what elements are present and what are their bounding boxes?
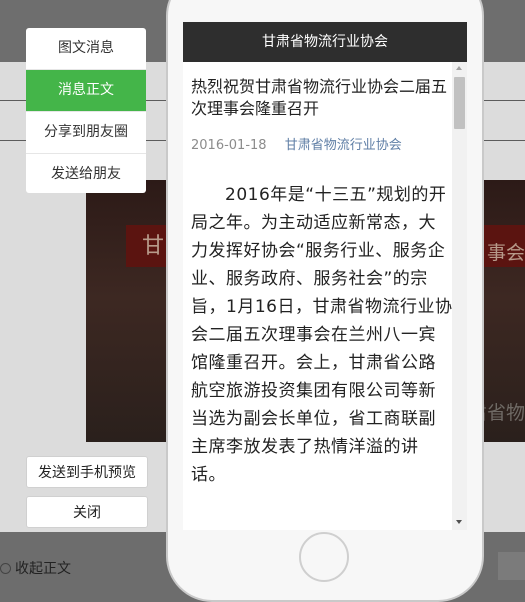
menu-item-news[interactable]: 图文消息 — [26, 28, 146, 70]
article-meta: 2016-01-18 甘肃省物流行业协会 — [191, 134, 453, 153]
article-body: 2016年是“十三五”规划的开局之年。为主动适应新常态，大力发挥好协会“服务行业… — [191, 185, 453, 485]
preview-mode-menu: 图文消息 消息正文 分享到朋友圈 发送给朋友 — [26, 28, 146, 193]
editor-action-button[interactable] — [498, 552, 525, 580]
article-content: 热烈祝贺甘肃省物流行业协会二届五次理事会隆重召开 2016-01-18 甘肃省物… — [191, 62, 453, 530]
article-title: 热烈祝贺甘肃省物流行业协会二届五次理事会隆重召开 — [191, 77, 448, 118]
close-button[interactable]: 关闭 — [26, 496, 148, 528]
home-button-icon — [299, 532, 349, 582]
preview-scrollbar[interactable] — [452, 62, 467, 530]
photo-banner-text-right: 事会 — [486, 242, 525, 264]
circle-icon — [0, 562, 11, 574]
article-date: 2016-01-18 — [191, 138, 267, 153]
send-to-phone-preview-button[interactable]: 发送到手机预览 — [26, 456, 148, 488]
scrollbar-thumb[interactable] — [454, 77, 465, 129]
scroll-down-arrow-icon[interactable] — [456, 520, 462, 524]
scroll-up-arrow-icon[interactable] — [456, 66, 462, 70]
menu-item-send-friend[interactable]: 发送给朋友 — [26, 154, 146, 195]
phone-screen: 甘肃省物流行业协会 热烈祝贺甘肃省物流行业协会二届五次理事会隆重召开 2016-… — [183, 22, 467, 530]
collapse-body-label: 收起正文 — [15, 561, 71, 577]
menu-item-share-moments[interactable]: 分享到朋友圈 — [26, 112, 146, 154]
photo-banner-text-left: 甘 — [142, 234, 165, 259]
account-header: 甘肃省物流行业协会 — [183, 22, 467, 62]
menu-item-message-body[interactable]: 消息正文 — [26, 70, 146, 112]
collapse-body-toggle[interactable]: 收起正文 — [0, 558, 71, 578]
article-account-link[interactable]: 甘肃省物流行业协会 — [285, 138, 402, 153]
